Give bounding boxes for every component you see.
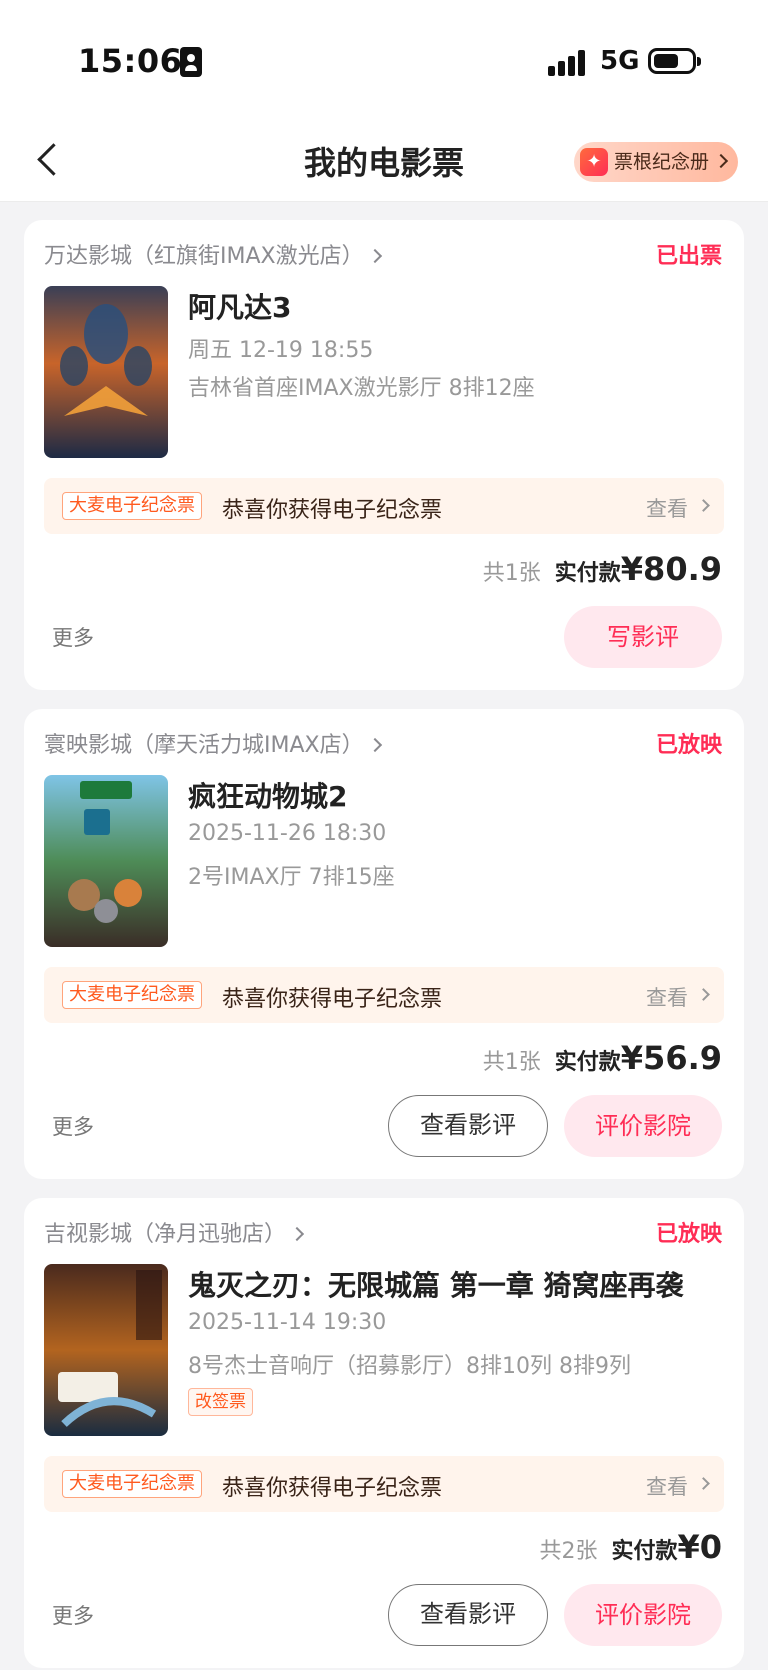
battery-icon (648, 48, 701, 74)
write-review-button[interactable]: 写影评 (564, 606, 722, 668)
network-type: 5G (600, 46, 640, 76)
clock-time: 15:06 (78, 42, 183, 80)
cinema-link[interactable]: 寰映影城（摩天活力城IMAX店） (44, 727, 382, 759)
souvenir-badge: 大麦电子纪念票 (62, 1470, 202, 1498)
order-card[interactable]: 万达影城（红旗街IMAX激光店） 已出票 阿凡达3 周五 12-19 18:55… (24, 220, 744, 690)
movie-poster[interactable] (44, 775, 168, 947)
chevron-right-icon (289, 1226, 305, 1242)
showtime: 周五 12-19 18:55 (188, 338, 374, 363)
payment-summary: 共1张 实付款¥56.9 (483, 1039, 722, 1077)
movie-title: 鬼灭之刃：无限城篇 第一章 猗窝座再袭 (188, 1269, 684, 1302)
cinema-name: 寰映影城（摩天活力城IMAX店） (44, 733, 364, 758)
id-card-icon (180, 47, 202, 77)
ticket-count: 共2张 (539, 1539, 598, 1564)
showtime: 2025-11-14 19:30 (188, 1310, 387, 1335)
cinema-link[interactable]: 吉视影城（净月迅驰店） (44, 1216, 305, 1248)
paid-amount: ¥0 (677, 1528, 722, 1566)
souvenir-text: 恭喜你获得电子纪念票 (222, 498, 443, 523)
chevron-right-icon (697, 1477, 710, 1490)
cinema-link[interactable]: 万达影城（红旗街IMAX激光店） (44, 238, 382, 270)
status-bar: 15:06 5G (0, 0, 768, 120)
paid-amount: ¥56.9 (620, 1039, 722, 1077)
rate-cinema-button[interactable]: 评价影院 (564, 1584, 722, 1646)
order-card[interactable]: 吉视影城（净月迅驰店） 已放映 鬼灭之刃：无限城篇 第一章 猗窝座再袭 2025… (24, 1198, 744, 1668)
cinema-name: 万达影城（红旗街IMAX激光店） (44, 244, 364, 269)
view-reviews-button[interactable]: 查看影评 (388, 1095, 548, 1157)
cinema-name: 吉视影城（净月迅驰店） (44, 1222, 287, 1247)
souvenir-view-link[interactable]: 查看 (646, 493, 688, 523)
view-reviews-button[interactable]: 查看影评 (388, 1584, 548, 1646)
hall-seat-info: 吉林省首座IMAX激光影厅 8排12座 (188, 376, 535, 401)
order-status: 已出票 (655, 244, 722, 269)
souvenir-view-link[interactable]: 查看 (646, 1471, 688, 1501)
more-button[interactable]: 更多 (52, 1600, 94, 1630)
ticket-album-label: 票根纪念册 (614, 151, 710, 173)
souvenir-banner[interactable]: 大麦电子纪念票 恭喜你获得电子纪念票 查看 (44, 967, 724, 1023)
order-status: 已放映 (655, 1222, 722, 1247)
payment-summary: 共1张 实付款¥80.9 (483, 550, 722, 588)
paid-label: 实付款 (611, 1539, 678, 1564)
showtime: 2025-11-26 18:30 (188, 821, 387, 846)
chevron-right-icon (713, 153, 729, 169)
navigation-bar: 我的电影票 ✦ 票根纪念册 (0, 120, 768, 202)
paid-label: 实付款 (554, 561, 621, 586)
movie-title: 阿凡达3 (188, 291, 292, 324)
chevron-right-icon (367, 248, 382, 264)
order-card[interactable]: 寰映影城（摩天活力城IMAX店） 已放映 疯狂动物城2 2025-11-26 1… (24, 709, 744, 1179)
movie-poster[interactable] (44, 286, 168, 458)
ticket-album-button[interactable]: ✦ 票根纪念册 (574, 142, 738, 182)
souvenir-banner[interactable]: 大麦电子纪念票 恭喜你获得电子纪念票 查看 (44, 1456, 724, 1512)
souvenir-text: 恭喜你获得电子纪念票 (222, 987, 443, 1012)
more-button[interactable]: 更多 (52, 622, 94, 652)
order-status: 已放映 (655, 733, 722, 758)
more-button[interactable]: 更多 (52, 1111, 94, 1141)
rebooked-tag: 改签票 (188, 1388, 253, 1416)
movie-title: 疯狂动物城2 (188, 780, 348, 813)
souvenir-banner[interactable]: 大麦电子纪念票 恭喜你获得电子纪念票 查看 (44, 478, 724, 534)
movie-poster[interactable] (44, 1264, 168, 1436)
ticket-count: 共1张 (482, 1050, 541, 1075)
souvenir-badge: 大麦电子纪念票 (62, 492, 202, 520)
chevron-right-icon (697, 499, 710, 512)
hall-seat-info: 2号IMAX厅 7排15座 (188, 865, 395, 890)
souvenir-badge: 大麦电子纪念票 (62, 981, 202, 1009)
payment-summary: 共2张 实付款¥0 (539, 1528, 722, 1566)
paid-label: 实付款 (554, 1050, 621, 1075)
chevron-right-icon (367, 737, 382, 753)
sparkle-icon: ✦ (580, 148, 608, 176)
rate-cinema-button[interactable]: 评价影院 (564, 1095, 722, 1157)
signal-icon (548, 50, 588, 76)
souvenir-view-link[interactable]: 查看 (646, 982, 688, 1012)
ticket-count: 共1张 (482, 561, 541, 586)
souvenir-text: 恭喜你获得电子纪念票 (222, 1476, 443, 1501)
hall-seat-info: 8号杰士音响厅（招募影厅）8排10列 8排9列 (188, 1354, 631, 1379)
chevron-right-icon (697, 988, 710, 1001)
paid-amount: ¥80.9 (620, 550, 722, 588)
